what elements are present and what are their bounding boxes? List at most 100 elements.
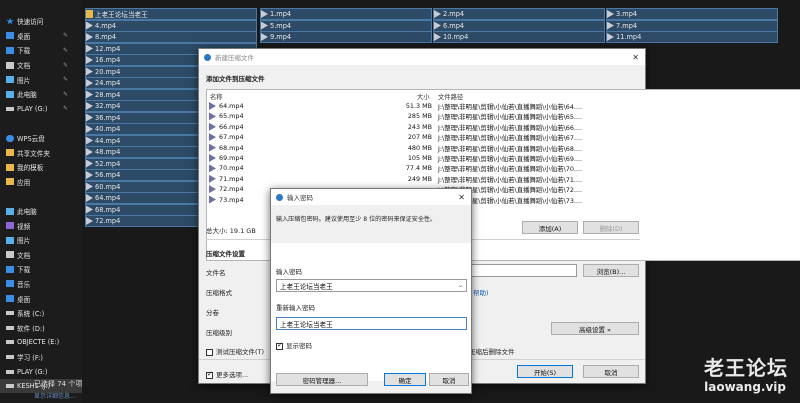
nav-item[interactable]: PLAY (G:) ✎ <box>0 102 82 117</box>
drive-icon <box>6 325 14 330</box>
grid-row: 上老王论坛当老王 1.mp4 2.mp4 3.mp4 <box>85 8 800 20</box>
status-details-link[interactable]: 显示详细信息... <box>34 391 76 400</box>
file-list-size: 243 MB <box>407 122 432 131</box>
test-archive-label: 测试压缩文件(T) <box>216 348 265 356</box>
video-file-icon <box>86 171 93 179</box>
file-list-name: 66.mp4 <box>219 122 244 131</box>
file-list-row[interactable]: 66.mp4 243 MB J:\整理\非明星\剪辑\小仙若\直播舞蹈\小仙若\66… <box>207 122 800 132</box>
pin-icon[interactable]: ✎ <box>63 105 68 112</box>
file-item[interactable]: 1.mp4 <box>260 8 432 20</box>
nav-item[interactable]: 视频 <box>0 218 82 233</box>
repeat-password-input[interactable]: 上老王论坛当老王 <box>276 317 467 330</box>
nav-item[interactable]: OBJECTE (E:) <box>0 335 82 350</box>
nav-item[interactable]: 共享文件夹 <box>0 145 82 160</box>
test-archive-option[interactable]: 测试压缩文件(T) <box>206 346 264 356</box>
file-item[interactable]: 11.mp4 <box>606 31 778 43</box>
nav-item[interactable]: 应用 <box>0 175 82 190</box>
file-item[interactable]: 7.mp4 <box>606 19 778 32</box>
nav-item-label: 此电脑 <box>17 91 37 100</box>
more-options-checkbox[interactable] <box>206 370 213 379</box>
show-password-option[interactable]: 显示密码 <box>276 340 312 350</box>
filename-input[interactable] <box>469 264 577 277</box>
file-item[interactable]: 10.mp4 <box>433 31 605 43</box>
browse-button[interactable]: 浏览(B)... <box>583 264 639 277</box>
file-item[interactable]: 8.mp4 <box>85 31 257 43</box>
pin-icon[interactable]: ✎ <box>63 32 68 39</box>
file-item[interactable]: 5.mp4 <box>260 19 432 32</box>
file-name: 60.mp4 <box>95 182 121 191</box>
file-list-row[interactable]: 68.mp4 480 MB J:\整理\非明星\剪辑\小仙若\直播舞蹈\小仙若\68… <box>207 143 800 153</box>
nav-item[interactable]: 软件 (D:) <box>0 320 82 335</box>
picture-icon <box>6 76 14 84</box>
nav-item-label: 音乐 <box>17 280 31 289</box>
file-list-row[interactable]: 67.mp4 207 MB J:\整理\非明星\剪辑\小仙若\直播舞蹈\小仙若\67… <box>207 132 800 142</box>
chevron-down-icon[interactable]: ⌄ <box>458 282 463 289</box>
video-file-icon <box>209 143 216 152</box>
nav-item[interactable]: 桌面 <box>0 291 82 306</box>
pin-icon[interactable]: ✎ <box>63 91 68 98</box>
nav-item[interactable]: 图片 ✎ <box>0 72 82 87</box>
video-file-icon <box>86 56 93 64</box>
file-item[interactable]: 9.mp4 <box>260 31 432 43</box>
nav-item[interactable]: WPS云盘 <box>0 131 82 146</box>
file-item[interactable]: 上老王论坛当老王 <box>85 8 257 20</box>
nav-item[interactable]: 文档 <box>0 248 82 263</box>
column-name-header[interactable]: 名称 <box>210 92 223 101</box>
show-password-checkbox[interactable] <box>276 341 283 350</box>
column-size-header[interactable]: 大小 <box>417 92 430 101</box>
pin-icon[interactable]: ✎ <box>63 62 68 69</box>
file-list-name: 67.mp4 <box>219 133 244 142</box>
nav-item[interactable]: 系统 (C:) <box>0 306 82 321</box>
download-icon <box>6 265 14 273</box>
cancel-button[interactable]: 取消 <box>583 365 639 378</box>
delete-after-option[interactable]: 压缩后删除文件 <box>469 346 515 356</box>
nav-item[interactable]: 图片 <box>0 233 82 248</box>
folder-icon <box>6 149 14 157</box>
nav-item-label: 应用 <box>17 178 31 187</box>
nav-item[interactable]: 桌面 ✎ <box>0 29 82 44</box>
nav-item[interactable]: 下载 ✎ <box>0 43 82 58</box>
file-item[interactable]: 2.mp4 <box>433 8 605 20</box>
document-icon <box>6 61 14 69</box>
nav-item[interactable]: 快速访问 <box>0 14 82 29</box>
video-icon <box>6 222 14 230</box>
password-manager-button[interactable]: 密码管理器... <box>276 373 368 386</box>
pin-icon[interactable]: ✎ <box>63 76 68 83</box>
file-list-row[interactable]: 64.mp4 51.3 MB J:\整理\非明星\剪辑\小仙若\直播舞蹈\小仙若\6… <box>207 101 800 111</box>
nav-item[interactable]: 下载 <box>0 262 82 277</box>
file-item[interactable]: 4.mp4 <box>85 19 257 32</box>
file-list-row[interactable]: 71.mp4 249 MB J:\整理\非明星\剪辑\小仙若\直播舞蹈\小仙若\71… <box>207 174 800 184</box>
file-list-row[interactable]: 70.mp4 77.4 MB J:\整理\非明星\剪辑\小仙若\直播舞蹈\小仙若\7… <box>207 163 800 173</box>
file-list-path: J:\整理\非明星\剪辑\小仙若\直播舞蹈\小仙若\71.... <box>438 175 583 184</box>
nav-item-label: 文档 <box>17 62 31 71</box>
video-file-icon <box>86 67 93 76</box>
password-input[interactable]: 上老王论坛当老王 ⌄ <box>276 279 467 292</box>
column-path-header[interactable]: 文件路径 <box>438 92 463 101</box>
video-file-icon <box>86 136 93 145</box>
ok-button[interactable]: 确定 <box>384 373 426 386</box>
pin-icon[interactable]: ✎ <box>63 47 68 54</box>
test-archive-checkbox[interactable] <box>206 348 213 356</box>
nav-item[interactable]: 音乐 <box>0 277 82 292</box>
nav-item[interactable]: 此电脑 ✎ <box>0 87 82 102</box>
advanced-settings-button[interactable]: 高级设置 » <box>551 322 639 335</box>
nav-item[interactable]: 文档 ✎ <box>0 58 82 73</box>
close-icon[interactable]: ✕ <box>458 193 465 202</box>
nav-item[interactable]: 我的模板 <box>0 160 82 175</box>
nav-item[interactable]: 此电脑 <box>0 204 82 219</box>
nav-item[interactable]: PLAY (G:) <box>0 364 82 379</box>
nav-item-label: 下载 <box>17 47 31 56</box>
nav-item[interactable]: 学习 (F:) <box>0 350 82 365</box>
password-cancel-button[interactable]: 取消 <box>429 373 469 386</box>
file-item[interactable]: 6.mp4 <box>433 19 605 32</box>
file-list-row[interactable]: 69.mp4 105 MB J:\整理\非明星\剪辑\小仙若\直播舞蹈\小仙若\69… <box>207 153 800 163</box>
delete-button[interactable]: 删除(D) <box>583 221 639 234</box>
file-name: 11.mp4 <box>616 33 642 41</box>
help-link[interactable]: 帮助) <box>473 287 489 297</box>
file-item[interactable]: 3.mp4 <box>606 8 778 20</box>
file-list-row[interactable]: 65.mp4 285 MB J:\整理\非明星\剪辑\小仙若\直播舞蹈\小仙若\65… <box>207 111 800 121</box>
start-button[interactable]: 开始(S) <box>517 365 573 378</box>
close-icon[interactable]: ✕ <box>632 53 639 62</box>
more-options[interactable]: 更多选项... <box>206 369 248 379</box>
add-button[interactable]: 添加(A) <box>522 221 578 234</box>
